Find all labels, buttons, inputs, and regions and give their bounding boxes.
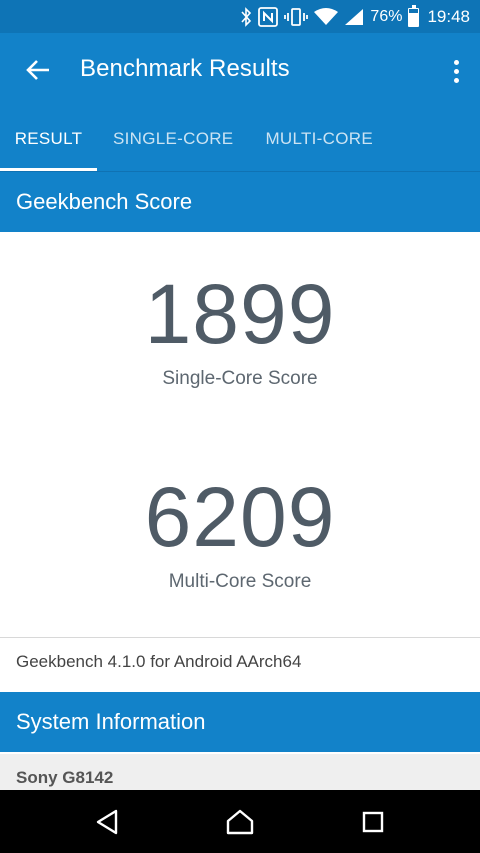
geekbench-score-header: Geekbench Score [0,172,480,232]
status-icons: 76% 19:48 [240,4,470,29]
multi-core-score-label: Multi-Core Score [168,571,312,592]
wifi-icon [314,6,339,28]
back-triangle-icon [96,809,118,835]
nav-home-button[interactable] [224,806,256,838]
arrow-back-icon [26,60,49,80]
battery-percent: 76% [370,8,403,25]
tab-bar: RESULT SINGLE-CORE MULTI-CORE [0,107,480,171]
page-title: Benchmark Results [80,55,290,82]
bluetooth-icon [240,6,252,28]
recents-square-icon [362,811,384,833]
tab-result[interactable]: RESULT [0,107,97,171]
battery-level-fill [409,12,419,26]
battery-icon [408,4,420,28]
single-core-score-value: 1899 [144,267,336,361]
nfc-icon [258,6,279,28]
tab-multi-core[interactable]: MULTI-CORE [249,107,389,171]
geekbench-version: Geekbench 4.1.0 for Android AArch64 [16,652,302,671]
system-information-header: System Information [0,692,480,752]
vibrate-icon [284,6,309,28]
clock: 19:48 [427,7,470,26]
multi-core-score-value: 6209 [144,470,336,564]
app-bar: Benchmark Results [0,33,480,107]
back-button[interactable] [18,50,58,90]
device-row: Sony G8142 [0,754,480,790]
single-core-score-block: 1899 Single-Core Score [0,272,480,390]
more-options-button[interactable] [446,51,466,91]
divider [0,637,480,638]
status-bar: 76% 19:48 [0,0,480,33]
home-icon [226,809,254,835]
multi-core-score-block: 6209 Multi-Core Score [0,475,480,593]
navigation-bar [0,790,480,853]
nav-back-button[interactable] [91,806,123,838]
more-vert-icon [453,59,459,65]
single-core-score-label: Single-Core Score [162,368,318,389]
device-name: Sony G8142 [16,768,114,787]
nav-recents-button[interactable] [357,806,389,838]
tab-single-core[interactable]: SINGLE-CORE [97,107,249,171]
signal-icon [344,6,364,28]
